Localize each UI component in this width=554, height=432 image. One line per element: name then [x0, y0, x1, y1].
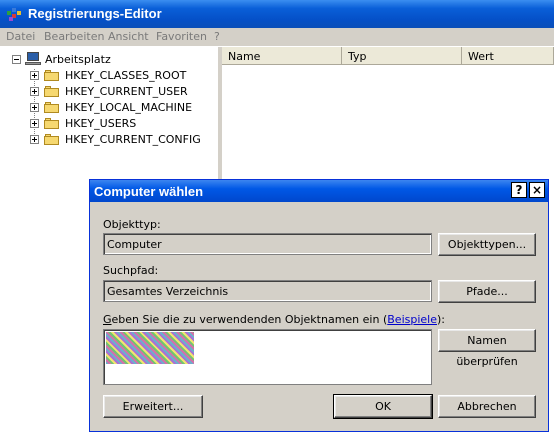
collapse-icon[interactable] — [12, 54, 21, 64]
tree-item-hku[interactable]: HKEY_USERS — [30, 115, 136, 131]
tree-item-hkcu[interactable]: HKEY_CURRENT_USER — [30, 83, 188, 99]
column-header-wert[interactable]: Wert — [462, 47, 554, 65]
advanced-button[interactable]: Erweitert... — [103, 395, 203, 418]
tree-item-hkcc[interactable]: HKEY_CURRENT_CONFIG — [30, 131, 201, 147]
expand-icon[interactable] — [30, 86, 39, 96]
objecttype-label: Objekttyp: — [103, 218, 161, 231]
computer-select-dialog: Computer wählen ? × Objekttyp: Computer … — [89, 179, 549, 432]
close-button[interactable]: × — [529, 182, 545, 198]
examples-link[interactable]: Beispiele — [387, 313, 437, 326]
expand-icon[interactable] — [30, 102, 39, 112]
object-names-input[interactable] — [103, 329, 432, 385]
names-label-text: eben Sie die zu verwendenden Objektnamen… — [111, 313, 388, 326]
column-header-name[interactable]: Name — [222, 47, 342, 65]
objecttype-field: Computer — [103, 233, 432, 255]
names-label-accesskey: G — [103, 313, 112, 326]
cancel-button[interactable]: Abbrechen — [438, 395, 536, 418]
tree-item-label: HKEY_CLASSES_ROOT — [65, 68, 187, 82]
objecttypes-button[interactable]: Objekttypen... — [438, 233, 536, 256]
menu-bar: Datei Bearbeiten Ansicht Favoriten ? — [0, 28, 554, 47]
window-title: Registrierungs-Editor — [28, 6, 162, 21]
tree-item-label: HKEY_USERS — [65, 116, 137, 130]
folder-icon — [44, 85, 60, 98]
registry-editor-icon — [7, 8, 21, 21]
expand-icon[interactable] — [30, 70, 39, 80]
tree-item-hklm[interactable]: HKEY_LOCAL_MACHINE — [30, 99, 192, 115]
dialog-title-bar[interactable]: Computer wählen ? × — [90, 180, 548, 202]
column-header-typ[interactable]: Typ — [342, 47, 462, 65]
obscured-text — [106, 332, 194, 364]
check-names-button[interactable]: Namen überprüfen — [438, 329, 536, 368]
tree-item-label: HKEY_LOCAL_MACHINE — [65, 100, 193, 114]
folder-icon — [44, 101, 60, 114]
expand-icon[interactable] — [30, 134, 39, 144]
folder-icon — [44, 117, 60, 130]
tree-item-label: Arbeitsplatz — [45, 52, 111, 66]
menu-datei[interactable]: Datei — [6, 30, 35, 43]
expand-icon[interactable] — [30, 118, 39, 128]
names-label: Geben Sie die zu verwendenden Objektname… — [103, 313, 445, 326]
tree-item-label: HKEY_CURRENT_CONFIG — [65, 132, 201, 146]
paths-button[interactable]: Pfade... — [438, 280, 536, 303]
title-bar[interactable]: Registrierungs-Editor — [0, 0, 554, 28]
menu-ansicht[interactable]: Ansicht — [108, 30, 149, 43]
computer-icon — [25, 52, 41, 66]
menu-help[interactable]: ? — [214, 30, 220, 43]
menu-bearbeiten[interactable]: Bearbeiten — [44, 30, 104, 43]
names-label-end: ): — [436, 313, 445, 326]
folder-icon — [44, 133, 60, 146]
tree-item-label: HKEY_CURRENT_USER — [65, 84, 188, 98]
path-field: Gesamtes Verzeichnis — [103, 280, 432, 302]
tree-item-hkcr[interactable]: HKEY_CLASSES_ROOT — [30, 67, 186, 83]
path-label: Suchpfad: — [103, 264, 159, 277]
folder-icon — [44, 69, 60, 82]
dialog-title: Computer wählen — [94, 184, 204, 199]
help-button[interactable]: ? — [511, 182, 527, 198]
ok-button[interactable]: OK — [333, 394, 433, 419]
tree-item-arbeitsplatz[interactable]: Arbeitsplatz — [12, 51, 111, 67]
menu-favoriten[interactable]: Favoriten — [156, 30, 207, 43]
